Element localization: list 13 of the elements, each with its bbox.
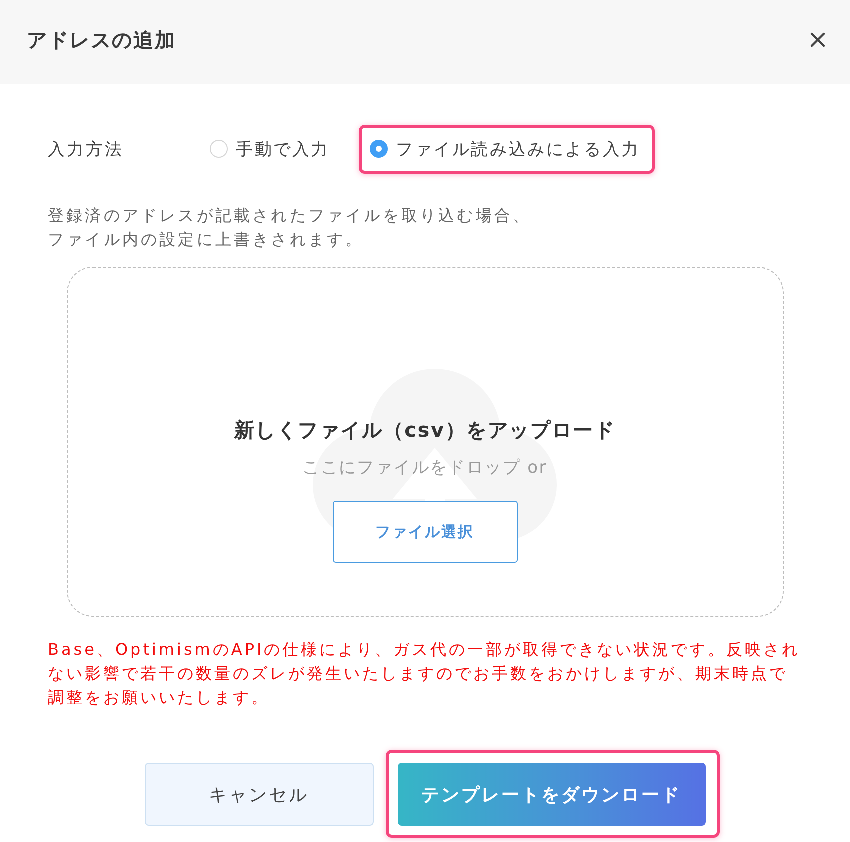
file-dropzone[interactable]: 新しくファイル（csv）をアップロード ここにファイルをドロップ or ファイル選択 xyxy=(66,267,784,617)
cancel-button[interactable]: キャンセル xyxy=(144,763,374,826)
dialog-title: アドレスの追加 xyxy=(27,26,176,54)
radio-label[interactable]: ファイル読み込みによる入力 xyxy=(396,138,640,160)
description-text: 登録済のアドレスが記載されたファイルを取り込む場合、 xyxy=(48,205,533,227)
field-label: 入力方法 xyxy=(48,138,125,160)
warning-text: Base、OptimismのAPIの仕様により、ガス代の一部が取得できない状況です。反映されない影響で若干の数量のズレが発生いたしますのでお手数をおかけしますが、期末時点で調整をお願いいたします。 xyxy=(48,639,802,709)
description-text: ファイル内の設定に上書きされます。 xyxy=(48,229,366,251)
radio-button[interactable] xyxy=(370,140,388,158)
radio-button[interactable] xyxy=(210,140,228,158)
dropzone-hint: ここにファイルをドロップ or xyxy=(302,457,548,480)
radio-label[interactable]: 手動で入力 xyxy=(236,138,330,160)
dropzone-title: 新しくファイル（csv）をアップロード xyxy=(234,417,616,444)
